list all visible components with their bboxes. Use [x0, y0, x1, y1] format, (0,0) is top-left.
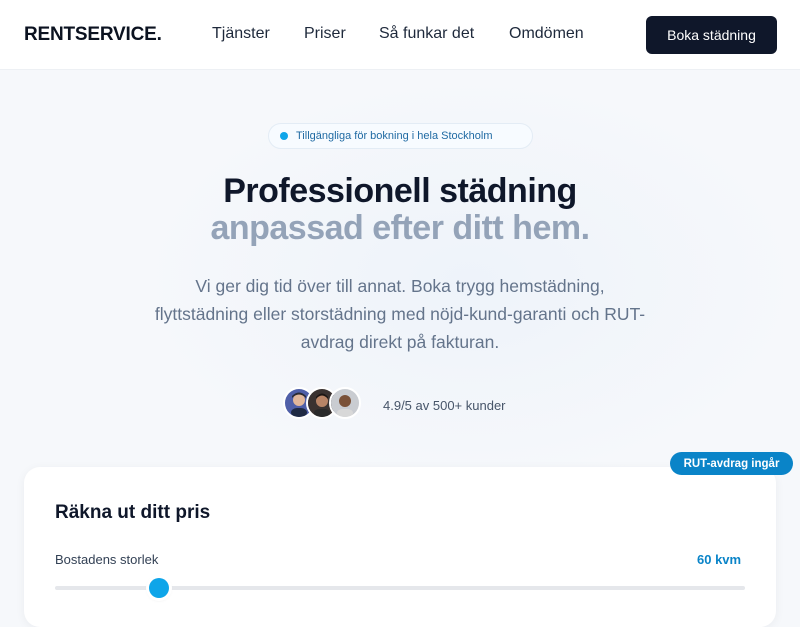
rating-text: 4.9/5 av 500+ kunder — [383, 398, 506, 413]
rut-badge: RUT-avdrag ingår — [670, 452, 793, 475]
status-dot-icon — [280, 132, 288, 140]
nav-item-sa-funkar-det[interactable]: Så funkar det — [379, 25, 474, 43]
nav-item-omdomen[interactable]: Omdömen — [509, 25, 584, 43]
hero-title: Professionell städning — [223, 172, 577, 210]
nav-item-tjanster[interactable]: Tjänster — [212, 25, 270, 43]
hero-title-secondary: anpassad efter ditt hem. — [210, 209, 590, 247]
calculator-title: Räkna ut ditt pris — [55, 502, 211, 523]
size-label: Bostadens storlek — [55, 552, 159, 567]
price-calculator-card — [24, 467, 776, 627]
availability-badge: Tillgängliga för bokning i hela Stockhol… — [268, 123, 533, 149]
hero-subtitle: Vi ger dig tid över till annat. Boka try… — [154, 276, 646, 352]
size-value: 60 kvm — [697, 552, 742, 567]
size-slider-thumb[interactable] — [148, 578, 169, 598]
availability-text: Tillgängliga för bokning i hela Stockhol… — [296, 130, 493, 142]
avatar — [329, 387, 361, 419]
site-header: RENTSERVICE. Tjänster Priser Så funkar d… — [0, 0, 800, 70]
book-cleaning-button[interactable]: Boka städning — [646, 16, 777, 54]
nav-item-priser[interactable]: Priser — [304, 25, 346, 43]
logo[interactable]: RENTSERVICE. — [24, 24, 162, 46]
